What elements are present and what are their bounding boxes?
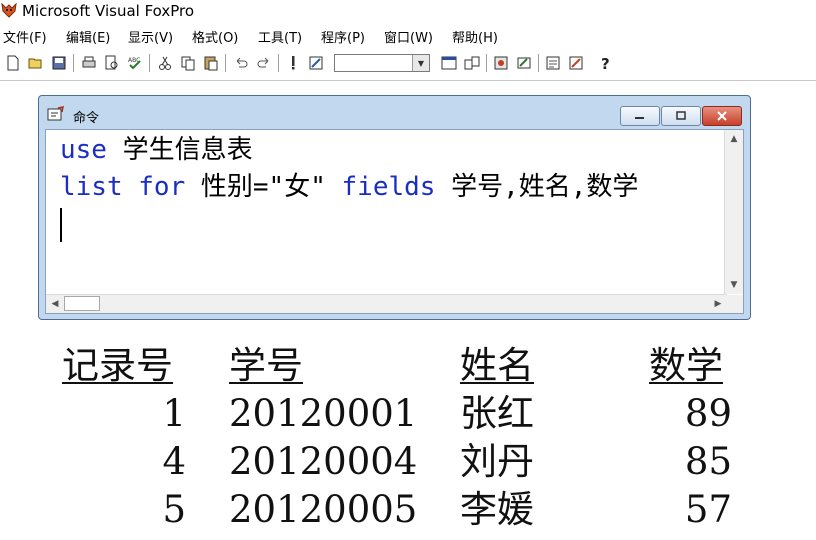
maximize-icon xyxy=(676,111,686,120)
menu-help[interactable]: 帮助(H) xyxy=(452,27,498,46)
paste-icon[interactable] xyxy=(200,52,222,74)
math-cell: 89 xyxy=(684,392,732,435)
command-keyword: list for xyxy=(60,172,186,202)
command-window: 命令 use 学生信息表 list for 性别="女" fields 学号,姓… xyxy=(38,95,751,320)
command-window-titlebar[interactable]: 命令 xyxy=(39,96,750,129)
name-cell: 刘丹 xyxy=(460,440,534,483)
command-keyword: use xyxy=(60,135,107,165)
minimize-button[interactable] xyxy=(620,106,660,126)
scroll-corner xyxy=(725,295,743,313)
open-icon[interactable] xyxy=(25,52,47,74)
command-text: use 学生信息表 list for 性别="女" fields 学号,姓名,数… xyxy=(60,132,638,243)
print-preview-icon[interactable] xyxy=(101,52,123,74)
menu-view[interactable]: 显示(V) xyxy=(128,27,173,46)
menu-edit[interactable]: 编辑(E) xyxy=(66,27,110,46)
command-argument: 学生信息表 xyxy=(106,135,253,165)
scroll-left-icon[interactable]: ◀ xyxy=(46,295,64,313)
run-icon[interactable] xyxy=(282,52,304,74)
command-keyword: fields xyxy=(341,172,436,202)
record-no-cell: 5 xyxy=(162,488,186,531)
command-window-title: 命令 xyxy=(73,111,100,126)
close-icon xyxy=(717,111,727,121)
window-title: Microsoft Visual FoxPro xyxy=(22,2,195,20)
standard-toolbar: ABC ▼ ? xyxy=(0,48,816,81)
math-cell: 57 xyxy=(684,488,732,531)
command-argument: 性别="女" xyxy=(185,172,342,202)
modify-form-icon[interactable] xyxy=(305,52,327,74)
menu-file[interactable]: 文件(F) xyxy=(3,27,47,46)
report-wizard-icon[interactable] xyxy=(542,52,564,74)
column-header-name: 姓名 xyxy=(460,344,534,387)
scroll-down-icon[interactable]: ▼ xyxy=(725,276,743,294)
menu-tools[interactable]: 工具(T) xyxy=(258,27,302,46)
scroll-up-icon[interactable]: ▲ xyxy=(725,130,743,148)
student-id-cell: 20120001 xyxy=(229,392,418,435)
title-bar: Microsoft Visual FoxPro xyxy=(0,0,816,22)
record-no-cell: 1 xyxy=(162,392,186,435)
record-no-cell: 4 xyxy=(162,440,186,483)
student-id-cell: 20120004 xyxy=(229,440,418,483)
minimize-icon xyxy=(635,117,644,119)
cut-icon[interactable] xyxy=(154,52,176,74)
name-cell: 张红 xyxy=(460,392,534,435)
scroll-thumb[interactable] xyxy=(64,296,100,311)
copy-icon[interactable] xyxy=(177,52,199,74)
foxpro-logo-icon xyxy=(0,1,18,19)
toolbar-separator xyxy=(73,54,77,72)
math-cell: 85 xyxy=(684,440,732,483)
command-argument: 学号,姓名,数学 xyxy=(435,172,639,202)
form-wizard-icon[interactable] xyxy=(513,52,535,74)
menu-format[interactable]: 格式(O) xyxy=(192,27,238,46)
column-header-student-id: 学号 xyxy=(229,344,303,387)
column-header-record-no: 记录号 xyxy=(62,344,173,387)
menu-window[interactable]: 窗口(W) xyxy=(384,27,433,46)
spell-check-icon[interactable]: ABC xyxy=(124,52,146,74)
undo-icon[interactable] xyxy=(230,52,252,74)
chevron-down-icon[interactable]: ▼ xyxy=(412,55,429,71)
svg-text:?: ? xyxy=(601,55,610,72)
menu-program[interactable]: 程序(P) xyxy=(321,27,365,46)
toolbar-separator xyxy=(149,54,153,72)
command-window-icon xyxy=(47,106,65,122)
wizard-icon[interactable] xyxy=(565,52,587,74)
name-cell: 李媛 xyxy=(460,488,534,531)
toolbar-combo[interactable]: ▼ xyxy=(334,54,430,72)
redo-icon[interactable] xyxy=(253,52,275,74)
text-caret xyxy=(60,207,62,242)
help-icon[interactable]: ? xyxy=(594,52,616,74)
maximize-button[interactable] xyxy=(661,106,701,126)
horizontal-scrollbar[interactable]: ◀ ▶ xyxy=(46,294,727,313)
toolbar-separator xyxy=(225,54,229,72)
student-id-cell: 20120005 xyxy=(229,488,418,531)
print-icon[interactable] xyxy=(78,52,100,74)
command-editor[interactable]: use 学生信息表 list for 性别="女" fields 学号,姓名,数… xyxy=(45,129,744,314)
vertical-scrollbar[interactable]: ▲ ▼ xyxy=(724,130,743,294)
menu-bar: 文件(F) 编辑(E) 显示(V) 格式(O) 工具(T) 程序(P) 窗口(W… xyxy=(0,24,816,46)
data-session-icon[interactable] xyxy=(461,52,483,74)
close-button[interactable] xyxy=(702,106,742,126)
command-window-icon[interactable] xyxy=(438,52,460,74)
form-designer-icon[interactable] xyxy=(490,52,512,74)
new-icon[interactable] xyxy=(2,52,24,74)
save-icon[interactable] xyxy=(48,52,70,74)
column-header-math: 数学 xyxy=(649,344,723,387)
